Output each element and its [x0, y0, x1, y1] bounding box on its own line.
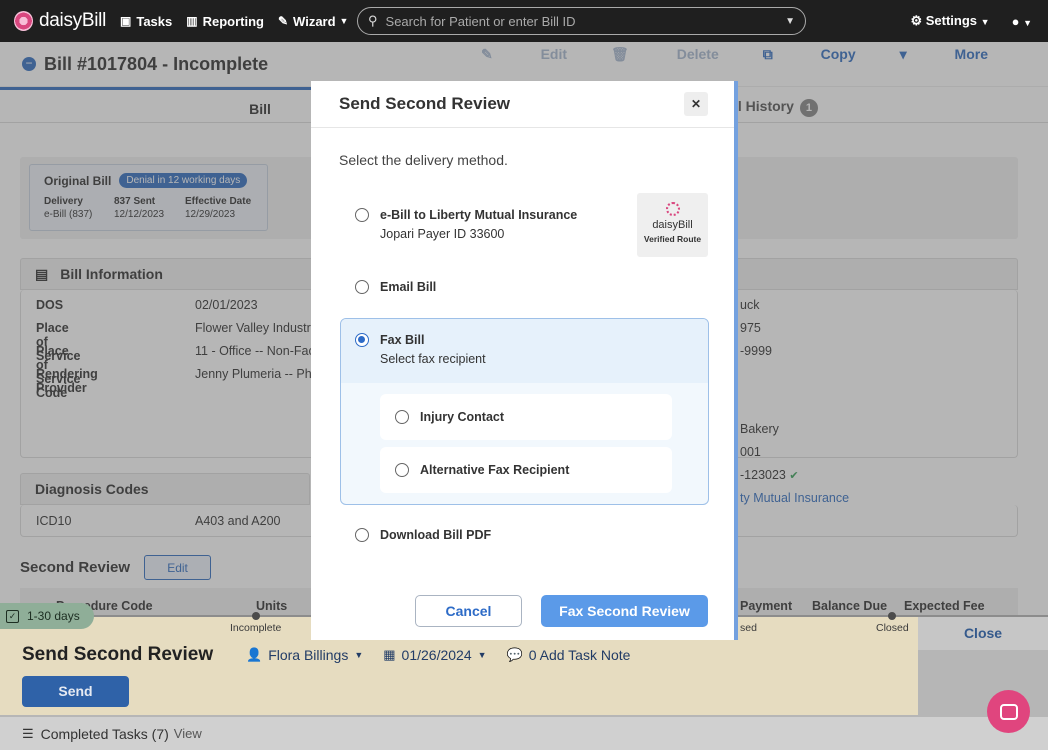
nav-wizard-label: Wizard: [293, 13, 336, 29]
nav-reporting-label: Reporting: [202, 13, 264, 29]
checkbox-icon: ✓: [6, 609, 19, 623]
radio-download[interactable]: [355, 528, 369, 542]
search-icon: ⚲: [368, 13, 378, 28]
fax-recipient-alternative[interactable]: Alternative Fax Recipient: [380, 447, 672, 493]
radio-injury-contact[interactable]: [395, 410, 409, 424]
due-date-select[interactable]: ▦ 01/26/2024 ▼: [383, 647, 492, 663]
calendar-icon: ▦: [383, 647, 396, 662]
option-email[interactable]: Email Bill: [355, 280, 436, 294]
fax-recipient-injury[interactable]: Injury Contact: [380, 394, 672, 440]
fax-sub: Select fax recipient: [380, 352, 486, 366]
completed-tasks-label: Completed Tasks (7): [40, 725, 169, 742]
settings-label: Settings: [925, 13, 978, 28]
timeline-dot: [252, 612, 260, 620]
chevron-down-icon: ▼: [354, 650, 364, 660]
radio-email[interactable]: [355, 280, 369, 294]
modal-subtitle: Select the delivery method.: [339, 152, 508, 168]
bar-chart-icon: ▥: [186, 14, 198, 28]
due-date-value: 01/26/2024: [401, 647, 472, 663]
option-download-pdf[interactable]: Download Bill PDF: [355, 528, 491, 542]
timeline-incomplete: Incomplete: [230, 622, 282, 634]
daisy-logo-icon: [14, 11, 33, 31]
completed-tasks-bar[interactable]: ☰ Completed Tasks (7) View: [0, 717, 1048, 750]
fax-title: Fax Bill: [380, 333, 425, 347]
nav-wizard[interactable]: ✎ Wizard ▼: [278, 14, 353, 29]
task-note-label: 0 Add Task Note: [528, 647, 631, 663]
chevron-down-icon: ▼: [339, 16, 349, 26]
cancel-button[interactable]: Cancel: [415, 595, 522, 627]
top-nav: daisyBill ▣ Tasks ▥ Reporting ✎ Wizard ▼ ⚲ S…: [0, 0, 1048, 42]
alt-fax-label: Alternative Fax Recipient: [420, 463, 570, 477]
settings-menu[interactable]: ⚙ Settings ▼: [910, 13, 989, 29]
radio-alt-fax[interactable]: [395, 463, 409, 477]
option-fax[interactable]: Fax Bill Select fax recipient: [355, 333, 486, 366]
send-second-review-modal: Send Second Review ✕ Select the delivery…: [311, 81, 738, 640]
option-ebill[interactable]: e-Bill to Liberty Mutual Insurance Jopari…: [355, 208, 577, 241]
task-title: Send Second Review: [22, 644, 214, 665]
timeline-closed: Closed: [876, 622, 909, 634]
days-badge: ✓ 1-30 days: [0, 603, 94, 629]
assignee-select[interactable]: 👤 Flora Billings ▼: [246, 647, 369, 663]
nav-right: ⚙ Settings ▼ ● ▼: [910, 0, 1032, 42]
task-meta: 👤 Flora Billings ▼ ▦ 01/26/2024 ▼ 💬 0 Add Tas…: [246, 647, 644, 663]
modal-title: Send Second Review: [339, 94, 510, 113]
timeline-sed: sed: [740, 622, 757, 634]
user-icon: 👤: [246, 647, 263, 662]
daisybill-logo[interactable]: daisyBill: [14, 10, 106, 32]
add-task-note-button[interactable]: 💬 0 Add Task Note: [507, 647, 631, 663]
nav-tasks-label: Tasks: [136, 13, 173, 29]
chevron-down-icon: ▼: [980, 17, 990, 27]
timeline-dot: [888, 612, 896, 620]
ebill-title: e-Bill to Liberty Mutual Insurance: [380, 208, 578, 222]
verified-route-label: Verified Route: [643, 234, 702, 244]
view-link[interactable]: View: [174, 726, 202, 741]
daisy-logo-icon: [665, 202, 680, 216]
chat-launcher-button[interactable]: [987, 690, 1030, 733]
close-icon[interactable]: ✕: [684, 92, 708, 116]
ebill-sub: Jopari Payer ID 33600: [380, 227, 505, 241]
search-placeholder: Search for Patient or enter Bill ID: [385, 13, 576, 29]
days-label: 1-30 days: [27, 609, 80, 623]
user-menu[interactable]: ● ▼: [1012, 14, 1032, 29]
email-label: Email Bill: [380, 280, 437, 294]
chevron-down-icon: ▼: [1023, 17, 1032, 28]
nav-tasks[interactable]: ▣ Tasks: [120, 14, 172, 29]
user-avatar-icon: ●: [1011, 13, 1020, 29]
clipboard-icon: ▣: [120, 14, 132, 28]
brand-name: daisyBill: [39, 10, 106, 31]
injury-contact-label: Injury Contact: [420, 410, 505, 424]
fax-second-review-button[interactable]: Fax Second Review: [541, 595, 708, 627]
chevron-down-icon: ▼: [477, 650, 487, 660]
send-task-button[interactable]: Send: [22, 676, 129, 707]
modal-header: Send Second Review: [311, 81, 734, 128]
radio-ebill[interactable]: [355, 208, 369, 222]
close-task-button[interactable]: Close: [918, 617, 1048, 650]
gear-icon: ⚙: [910, 13, 926, 28]
search-input[interactable]: ⚲ Search for Patient or enter Bill ID ▼: [357, 7, 806, 35]
chat-icon: [999, 703, 1018, 720]
assignee-name: Flora Billings: [268, 647, 349, 663]
comment-icon: 💬: [506, 647, 523, 662]
list-icon: ☰: [22, 725, 34, 741]
wand-icon: ✎: [277, 14, 289, 28]
radio-fax[interactable]: [355, 333, 369, 347]
verified-name: daisyBill: [652, 219, 693, 231]
download-label: Download Bill PDF: [380, 528, 492, 542]
chevron-down-icon[interactable]: ▼: [785, 16, 795, 27]
verified-route-badge: daisyBill Verified Route: [637, 193, 708, 257]
nav-reporting[interactable]: ▥ Reporting: [186, 14, 264, 29]
